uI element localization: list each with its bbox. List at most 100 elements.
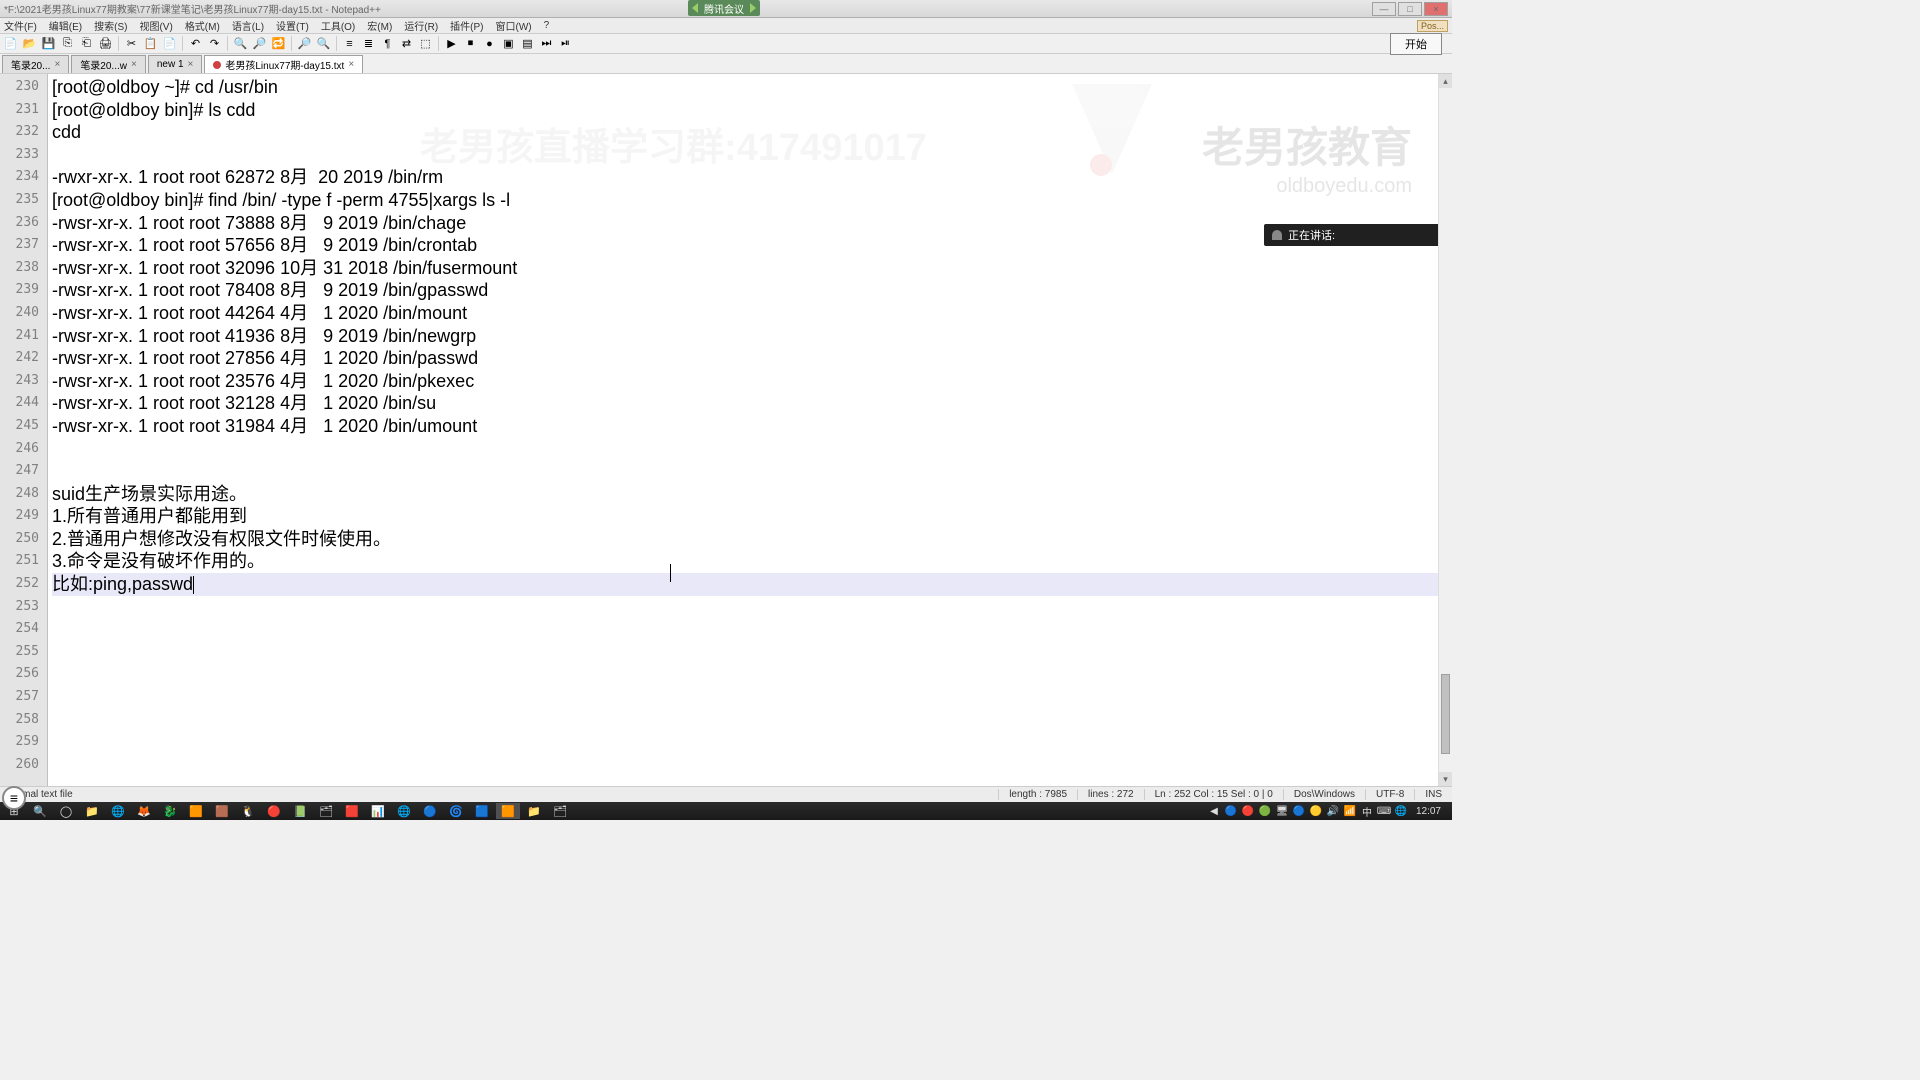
menu-item[interactable]: 设置(T) [276, 18, 309, 33]
toolbar-button-icon[interactable]: 🔎 [251, 35, 268, 52]
toolbar-button-icon[interactable]: ⏹ [462, 35, 479, 52]
minimize-button[interactable]: — [1372, 2, 1396, 16]
editor[interactable]: 2302312322332342352362372382392402412422… [0, 74, 1452, 786]
tab-close-icon[interactable]: × [348, 59, 354, 70]
taskbar-app-icon[interactable]: 🔍 [28, 803, 52, 819]
taskbar-app-icon[interactable]: 📁 [522, 803, 546, 819]
toolbar-button-icon[interactable]: 📄 [161, 35, 178, 52]
menu-item[interactable]: 运行(R) [404, 18, 438, 33]
menu-item[interactable]: 插件(P) [450, 18, 483, 33]
code-line[interactable] [52, 663, 1452, 686]
menu-item[interactable]: 语言(L) [232, 18, 264, 33]
menu-item[interactable]: 文件(F) [4, 18, 37, 33]
tray-icon[interactable]: 🟢 [1258, 804, 1272, 818]
code-line[interactable] [52, 460, 1452, 483]
menu-item[interactable]: ? [544, 20, 550, 31]
toolbar-button-icon[interactable]: 💾 [40, 35, 57, 52]
taskbar-app-icon[interactable]: 🌀 [444, 803, 468, 819]
toolbar-button-icon[interactable]: ↷ [206, 35, 223, 52]
toolbar-button-icon[interactable]: ● [481, 35, 498, 52]
code-line[interactable]: [root@oldboy bin]# ls cdd [52, 99, 1452, 122]
toolbar-button-icon[interactable]: 📋 [142, 35, 159, 52]
taskbar-app-icon[interactable]: 🐧 [236, 803, 260, 819]
toolbar-button-icon[interactable]: ⏭ [538, 35, 555, 52]
code-line[interactable] [52, 709, 1452, 732]
toolbar-button-icon[interactable]: ¶ [379, 35, 396, 52]
maximize-button[interactable]: □ [1398, 2, 1422, 16]
tray-icon[interactable]: 中 [1360, 804, 1374, 818]
code-line[interactable] [52, 438, 1452, 461]
code-line[interactable]: [root@oldboy bin]# find /bin/ -type f -p… [52, 189, 1452, 212]
menu-item[interactable]: 格式(M) [185, 18, 220, 33]
code-line[interactable]: -rwsr-xr-x. 1 root root 23576 4月 1 2020 … [52, 370, 1452, 393]
toolbar-button-icon[interactable]: 🔍 [315, 35, 332, 52]
taskbar-app-icon[interactable]: 📁 [80, 803, 104, 819]
code-line[interactable] [52, 731, 1452, 754]
code-line[interactable]: 1.所有普通用户都能用到 [52, 505, 1452, 528]
code-line[interactable]: -rwsr-xr-x. 1 root root 44264 4月 1 2020 … [52, 302, 1452, 325]
taskbar-app-icon[interactable]: 🟦 [470, 803, 494, 819]
toolbar-button-icon[interactable]: ✂ [123, 35, 140, 52]
taskbar-app-icon[interactable]: 🗂 [548, 803, 572, 819]
tab-close-icon[interactable]: × [54, 59, 60, 70]
taskbar-app-icon[interactable]: ◯ [54, 803, 78, 819]
vertical-scrollbar[interactable]: ▴ ▾ [1438, 74, 1452, 786]
taskbar-clock[interactable]: 12:07 [1411, 803, 1446, 819]
tray-icon[interactable]: 🔵 [1224, 804, 1238, 818]
taskbar-app-icon[interactable]: 🟧 [496, 803, 520, 819]
toolbar-button-icon[interactable]: ▣ [500, 35, 517, 52]
tray-icon[interactable]: 🔵 [1292, 804, 1306, 818]
taskbar-app-icon[interactable]: 🌐 [106, 803, 130, 819]
tray-icon[interactable]: 🔊 [1326, 804, 1340, 818]
code-line[interactable]: -rwxr-xr-x. 1 root root 62872 8月 20 2019… [52, 166, 1452, 189]
taskbar-app-icon[interactable]: 🟧 [184, 803, 208, 819]
code-line[interactable]: -rwsr-xr-x. 1 root root 32128 4月 1 2020 … [52, 392, 1452, 415]
taskbar-app-icon[interactable]: 🦊 [132, 803, 156, 819]
tray-icon[interactable]: 🌐 [1394, 804, 1408, 818]
windows-taskbar[interactable]: ⊞🔍◯📁🌐🦊🐉🟧🟫🐧🔴📗🗂🟥📊🌐🔵🌀🟦🟧📁🗂◀🔵🔴🟢🖥🔵🟡🔊📶中⌨🌐 12:07 [0, 802, 1452, 820]
scroll-down-button[interactable]: ▾ [1439, 772, 1452, 786]
toolbar-button-icon[interactable]: ≡ [341, 35, 358, 52]
code-line[interactable]: -rwsr-xr-x. 1 root root 41936 8月 9 2019 … [52, 325, 1452, 348]
file-tab[interactable]: 老男孩Linux77期-day15.txt× [204, 55, 363, 73]
toolbar-button-icon[interactable]: 📄 [2, 35, 19, 52]
file-tab[interactable]: 笔录20...× [2, 55, 69, 73]
menu-item[interactable]: 搜索(S) [94, 18, 127, 33]
code-line[interactable]: -rwsr-xr-x. 1 root root 57656 8月 9 2019 … [52, 234, 1452, 257]
code-line[interactable]: 比如:ping,passwd [52, 573, 1452, 596]
code-line[interactable]: -rwsr-xr-x. 1 root root 31984 4月 1 2020 … [52, 415, 1452, 438]
tray-icon[interactable]: 🟡 [1309, 804, 1323, 818]
tray-icon[interactable]: ⌨ [1377, 804, 1391, 818]
file-tab[interactable]: 笔录20...w× [71, 55, 146, 73]
toolbar-button-icon[interactable]: 🔁 [270, 35, 287, 52]
taskbar-app-icon[interactable]: 🗂 [314, 803, 338, 819]
code-line[interactable] [52, 618, 1452, 641]
menu-item[interactable]: 视图(V) [139, 18, 172, 33]
editor-content[interactable]: [root@oldboy ~]# cd /usr/bin[root@oldboy… [48, 74, 1452, 786]
code-line[interactable]: -rwsr-xr-x. 1 root root 27856 4月 1 2020 … [52, 347, 1452, 370]
file-tab[interactable]: new 1× [148, 55, 203, 73]
toolbar-button-icon[interactable]: ↶ [187, 35, 204, 52]
code-line[interactable] [52, 754, 1452, 777]
toolbar-button-icon[interactable]: 📂 [21, 35, 38, 52]
toolbar-button-icon[interactable]: 🔍 [232, 35, 249, 52]
code-line[interactable]: 2.普通用户想修改没有权限文件时候使用。 [52, 528, 1452, 551]
tab-close-icon[interactable]: × [188, 59, 194, 70]
start-button[interactable]: 开始 [1390, 33, 1442, 55]
taskbar-app-icon[interactable]: 🟥 [340, 803, 364, 819]
code-line[interactable]: 3.命令是没有破坏作用的。 [52, 550, 1452, 573]
taskbar-app-icon[interactable]: 📗 [288, 803, 312, 819]
menu-item[interactable]: 宏(M) [367, 18, 392, 33]
code-line[interactable] [52, 144, 1452, 167]
menu-item[interactable]: 工具(O) [321, 18, 355, 33]
tray-icon[interactable]: 🖥 [1275, 804, 1289, 818]
scroll-up-button[interactable]: ▴ [1439, 74, 1452, 88]
toolbar-button-icon[interactable]: ▤ [519, 35, 536, 52]
code-line[interactable] [52, 596, 1452, 619]
code-line[interactable] [52, 641, 1452, 664]
tray-icon[interactable]: 🔴 [1241, 804, 1255, 818]
code-line[interactable]: -rwsr-xr-x. 1 root root 78408 8月 9 2019 … [52, 279, 1452, 302]
code-line[interactable]: cdd [52, 121, 1452, 144]
close-button[interactable]: × [1424, 2, 1448, 16]
toolbar-button-icon[interactable]: ≣ [360, 35, 377, 52]
